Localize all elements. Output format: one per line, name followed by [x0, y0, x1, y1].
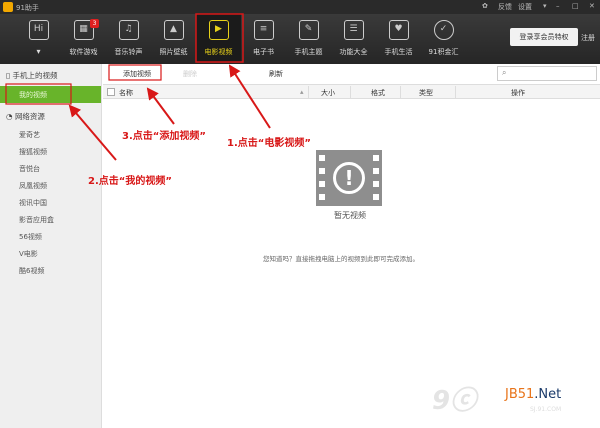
sidebar-item[interactable]: V电影	[19, 249, 38, 259]
table-header: 名称 ▴ 大小 格式 类型 操作	[103, 84, 600, 99]
sidebar-item[interactable]: 凤凰视频	[19, 181, 47, 191]
add-video-button[interactable]: 添加视频	[123, 69, 151, 79]
toolbar-photos[interactable]: ▲ 照片壁纸	[151, 14, 196, 62]
notification-badge: 3	[90, 19, 99, 28]
register-link[interactable]: 注册	[581, 33, 595, 43]
sidebar-item[interactable]: 视讯中国	[19, 198, 47, 208]
sidebar-item-my-videos[interactable]: 我的视频	[0, 86, 101, 103]
annotation-step1: 1.点击“电影视频”	[227, 138, 311, 149]
column-name[interactable]: 名称	[119, 88, 133, 98]
minimize-button[interactable]: –	[556, 2, 560, 10]
watermark-jb51: JB51.Net	[505, 387, 562, 402]
toolbar-music[interactable]: ♫ 音乐铃声	[106, 14, 151, 62]
column-format[interactable]: 格式	[371, 88, 385, 98]
search-icon: ⌕	[502, 68, 507, 77]
column-type[interactable]: 类型	[419, 88, 433, 98]
maximize-button[interactable]: □	[572, 2, 579, 10]
menu-button[interactable]: ▾	[543, 2, 547, 10]
toolbar-videos[interactable]: ▶ 电影视频	[196, 14, 241, 62]
sidebar-item[interactable]: 爱奇艺	[19, 130, 40, 140]
toolbar-ebooks[interactable]: ≡ 电子书	[241, 14, 286, 62]
delete-button[interactable]: 删除	[183, 69, 197, 79]
sidebar: ▯ 手机上的视频 我的视频 ◔ 网络资源 爱奇艺 搜狐视频 音悦台 凤凰视频 视…	[0, 64, 102, 428]
sort-icon: ▴	[300, 88, 304, 96]
select-all-checkbox[interactable]	[107, 88, 115, 96]
drag-hint-text: 您知道吗？直接拖拽电脑上的视频到此即可完成添加。	[263, 255, 419, 263]
globe-icon: ◔	[6, 112, 15, 121]
book-icon: ≡	[253, 20, 274, 40]
annotation-step2: 2.点击“我的视频”	[88, 176, 172, 187]
sidebar-item[interactable]: 酷6视频	[19, 266, 44, 276]
sidebar-item[interactable]: 影音应用盒	[19, 215, 54, 225]
toolbar-life[interactable]: ♥ 手机生活	[376, 14, 421, 62]
window-title: 91助手	[16, 4, 39, 12]
music-note-icon: ♫	[118, 20, 139, 40]
shopping-bag-icon: ♥	[388, 20, 409, 40]
empty-video-icon: !	[316, 150, 382, 206]
close-button[interactable]: ✕	[589, 2, 595, 10]
video-list-panel: 添加视频 删除 刷新 ⌕ 名称 ▴ 大小 格式 类型 操作 ! 暂无视频 您知道…	[103, 64, 600, 428]
watermark-logo: 9ⓒ	[432, 386, 477, 416]
feedback-link[interactable]: 反馈	[498, 2, 512, 12]
toolbar-themes[interactable]: ✎ 手机主题	[286, 14, 331, 62]
main-toolbar: Hi ▾ ▦ 3 软件游戏 ♫ 音乐铃声 ▲ 照片壁纸 ▶ 电影视频 ≡ 电子书 ✎ 手机主题 …	[0, 14, 600, 64]
sidebar-item[interactable]: 音悦台	[19, 164, 40, 174]
column-size[interactable]: 大小	[321, 88, 335, 98]
toolbar-home[interactable]: Hi ▾	[16, 14, 61, 62]
settings-link[interactable]: 设置	[518, 2, 532, 12]
watermark-sub: SJ.91.COM	[530, 406, 562, 413]
hi-icon: Hi	[28, 20, 49, 40]
phone-brush-icon: ✎	[298, 20, 319, 40]
toolbar-points[interactable]: ✓ 91积金汇	[421, 14, 466, 62]
login-button[interactable]: 登录享会员特权	[510, 28, 578, 46]
sidebar-item[interactable]: 搜狐视频	[19, 147, 47, 157]
toolbar-apps-games[interactable]: ▦ 3 软件游戏	[61, 14, 106, 62]
sidebar-phone-videos-header[interactable]: ▯ 手机上的视频	[6, 70, 58, 81]
points-badge-icon: ✓	[433, 20, 454, 40]
video-play-icon: ▶	[208, 20, 229, 40]
search-input[interactable]: ⌕	[497, 66, 597, 81]
sidebar-network-header[interactable]: ◔ 网络资源	[6, 111, 45, 122]
annotation-step3: 3.点击“添加视频”	[122, 131, 206, 142]
column-actions: 操作	[511, 89, 525, 97]
title-bar: 91助手 ✿ 反馈 设置 ▾ – □ ✕	[0, 0, 600, 14]
sidebar-item[interactable]: 56视频	[19, 232, 42, 242]
empty-state-text: 暂无视频	[334, 211, 366, 220]
app-logo-icon	[3, 2, 13, 12]
picture-icon: ▲	[163, 20, 184, 40]
refresh-button[interactable]: 刷新	[269, 69, 283, 79]
toolbar-functions[interactable]: ☰ 功能大全	[331, 14, 376, 62]
skin-icon[interactable]: ✿	[482, 2, 488, 10]
cabinet-icon: ☰	[343, 20, 364, 40]
